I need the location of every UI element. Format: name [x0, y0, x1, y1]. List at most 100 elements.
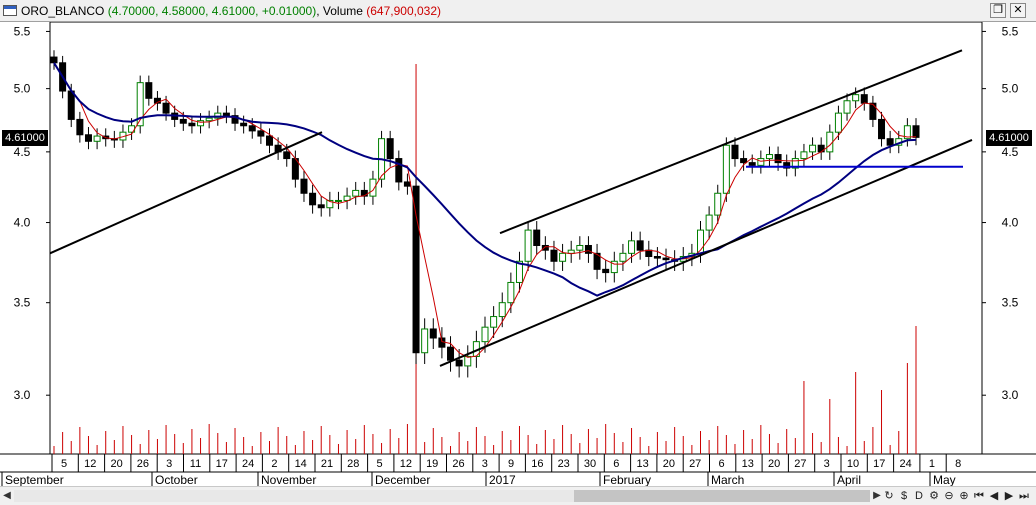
x-day-label: 19 — [426, 458, 438, 470]
x-day-label: 3 — [482, 458, 488, 470]
x-day-label: 16 — [531, 458, 543, 470]
candle-body — [429, 328, 437, 339]
candle-body — [645, 249, 653, 257]
candle-body — [809, 144, 817, 153]
scroll-left-icon[interactable]: ◀ — [0, 489, 14, 503]
candle-body — [878, 118, 886, 140]
candle-body — [481, 326, 489, 343]
x-day-label: 24 — [899, 458, 911, 470]
candle-body — [93, 135, 101, 142]
x-month-label: September — [5, 473, 64, 486]
candle-body — [826, 131, 834, 153]
x-day-label: 23 — [558, 458, 570, 470]
ohlc-values: (4.70000, 4.58000, 4.61000, +0.01000) — [107, 4, 317, 18]
candle-body — [757, 158, 765, 166]
x-day-label: 20 — [768, 458, 780, 470]
x-day-label: 10 — [847, 458, 859, 470]
candle-body — [386, 138, 394, 160]
step-right-icon[interactable]: ▶ — [1002, 489, 1016, 503]
candle-body — [162, 102, 170, 114]
candle-body — [740, 158, 748, 164]
candle-body — [860, 94, 868, 104]
y-tick-label-right: 4.5 — [1002, 145, 1019, 159]
x-day-label: 8 — [955, 458, 961, 470]
candle-body — [550, 249, 558, 262]
candle-body — [869, 102, 877, 120]
x-day-label: 26 — [452, 458, 464, 470]
x-day-label: 17 — [873, 458, 885, 470]
candle-body — [421, 328, 429, 354]
scroll-end-icon[interactable]: ⏭ — [1017, 489, 1031, 503]
candle-body — [84, 134, 92, 142]
settings-icon[interactable]: ⚙ — [927, 489, 941, 503]
candle-body — [636, 240, 644, 251]
zoom-out-icon[interactable]: ⊖ — [942, 489, 956, 503]
x-day-label: 1 — [929, 458, 935, 470]
x-day-label: 13 — [636, 458, 648, 470]
y-tick-label-right: 5.5 — [1002, 24, 1019, 38]
y-tick-label-right: 3.5 — [1002, 296, 1019, 310]
dollar-icon[interactable]: $ — [897, 489, 911, 503]
x-month-label: March — [711, 473, 744, 486]
candle-body — [852, 94, 860, 102]
x-month-label: December — [375, 473, 430, 486]
left-price-marker: 4.61000 — [2, 130, 48, 146]
zoom-in-icon[interactable]: ⊕ — [957, 489, 971, 503]
step-left-icon[interactable]: ◀ — [987, 489, 1001, 503]
candle-body — [619, 252, 627, 262]
candle-body — [257, 130, 265, 137]
x-day-label: 26 — [137, 458, 149, 470]
x-day-label: 12 — [84, 458, 96, 470]
candle-body — [50, 56, 58, 64]
y-tick-label-left: 4.0 — [14, 216, 31, 230]
candle-body — [748, 162, 756, 166]
candle-body — [412, 185, 420, 354]
candle-body — [567, 249, 575, 254]
plot-area — [49, 22, 983, 455]
candle-body — [283, 151, 291, 160]
candle-body — [490, 316, 498, 328]
candle-body — [317, 204, 325, 209]
y-tick-label-left: 5.0 — [14, 82, 31, 96]
price-chart[interactable]: 5.5 5.55.0 5.04.5 4.54.0 4.03.5 3.53.0 3.05 12 2… — [0, 22, 1036, 486]
x-day-label: 24 — [242, 458, 254, 470]
x-month-label: 2017 — [489, 473, 516, 486]
scroll-start-icon[interactable]: ⏮ — [972, 489, 986, 503]
candle-body — [834, 112, 842, 133]
y-tick-label-left: 3.0 — [14, 388, 31, 402]
candle-body — [205, 117, 213, 122]
restore-window-button[interactable]: ❐ — [990, 3, 1006, 18]
x-day-label: 28 — [347, 458, 359, 470]
candle-body — [714, 192, 722, 216]
x-day-label: 12 — [400, 458, 412, 470]
close-window-button[interactable]: ✕ — [1010, 3, 1026, 18]
candle-body — [507, 281, 515, 304]
candle-body — [179, 118, 187, 124]
candle-body — [559, 252, 567, 262]
x-month-label: February — [603, 473, 651, 486]
candle-body — [576, 244, 584, 251]
candle-body — [67, 90, 75, 120]
chart-window-icon — [3, 5, 17, 16]
x-day-label: 21 — [321, 458, 333, 470]
scrollbar-thumb[interactable] — [574, 490, 870, 502]
x-day-label: 27 — [794, 458, 806, 470]
y-tick-label-right: 4.0 — [1002, 216, 1019, 230]
y-tick-label-left: 3.5 — [14, 296, 31, 310]
candle-body — [309, 192, 317, 206]
y-tick-label-left: 4.5 — [14, 145, 31, 159]
candle-body — [602, 268, 610, 274]
candle-body — [774, 154, 782, 164]
candle-body — [222, 112, 230, 117]
day-icon[interactable]: D — [912, 489, 926, 503]
refresh-icon[interactable]: ↻ — [882, 489, 896, 503]
x-month-label: November — [261, 473, 316, 486]
candle-body — [352, 189, 360, 197]
x-day-label: 3 — [824, 458, 830, 470]
candle-body — [800, 151, 808, 160]
x-day-label: 17 — [216, 458, 228, 470]
x-day-label: 27 — [689, 458, 701, 470]
candle-body — [662, 257, 670, 261]
bottom-toolbar: ◀ ▶ ↻ $ D ⚙ ⊖ ⊕ ⏮ ◀ ▶ ⏭ — [0, 486, 1036, 505]
volume-value: (647,900,032) — [366, 4, 441, 18]
